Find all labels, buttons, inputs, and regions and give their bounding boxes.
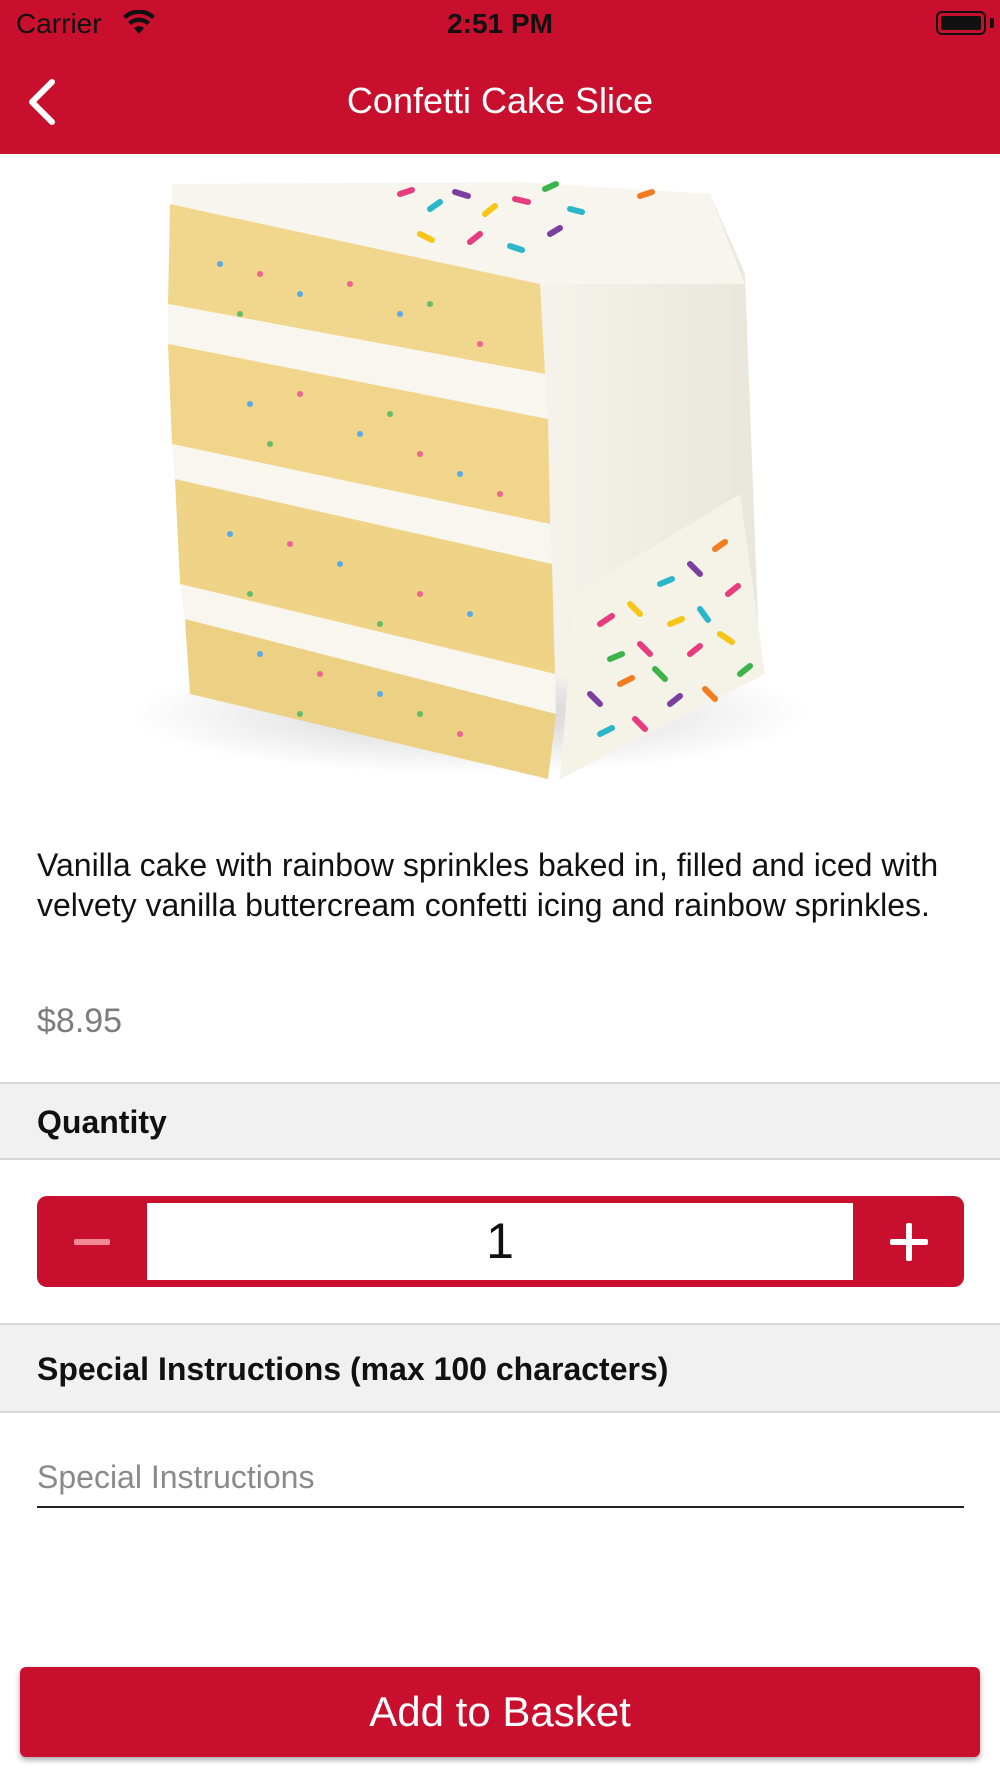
product-image <box>0 154 1000 814</box>
clock: 2:51 PM <box>447 8 553 39</box>
increment-button[interactable] <box>854 1196 964 1287</box>
page-title: Confetti Cake Slice <box>346 80 654 121</box>
plus-icon <box>890 1222 928 1261</box>
nav-bar: Confetti Cake Slice <box>0 50 1000 154</box>
status-bar: Carrier 2:51 PM <box>0 0 1000 50</box>
minus-icon <box>74 1238 110 1245</box>
quantity-stepper: 1 <box>37 1196 964 1287</box>
quantity-value[interactable]: 1 <box>147 1203 853 1280</box>
special-instructions-label: Special Instructions (max 100 characters… <box>37 1351 669 1387</box>
battery-icon <box>936 11 986 35</box>
quantity-section-header: Quantity <box>0 1082 1000 1160</box>
special-instructions-header: Special Instructions (max 100 characters… <box>0 1323 1000 1413</box>
quantity-label: Quantity <box>37 1104 167 1140</box>
add-to-basket-button[interactable]: Add to Basket <box>20 1667 980 1757</box>
product-price: $8.95 <box>37 1002 123 1040</box>
special-instructions-input[interactable] <box>37 1448 964 1508</box>
battery-nub <box>990 18 994 28</box>
product-description: Vanilla cake with rainbow sprinkles bake… <box>37 847 939 923</box>
decrement-button[interactable] <box>37 1196 147 1287</box>
